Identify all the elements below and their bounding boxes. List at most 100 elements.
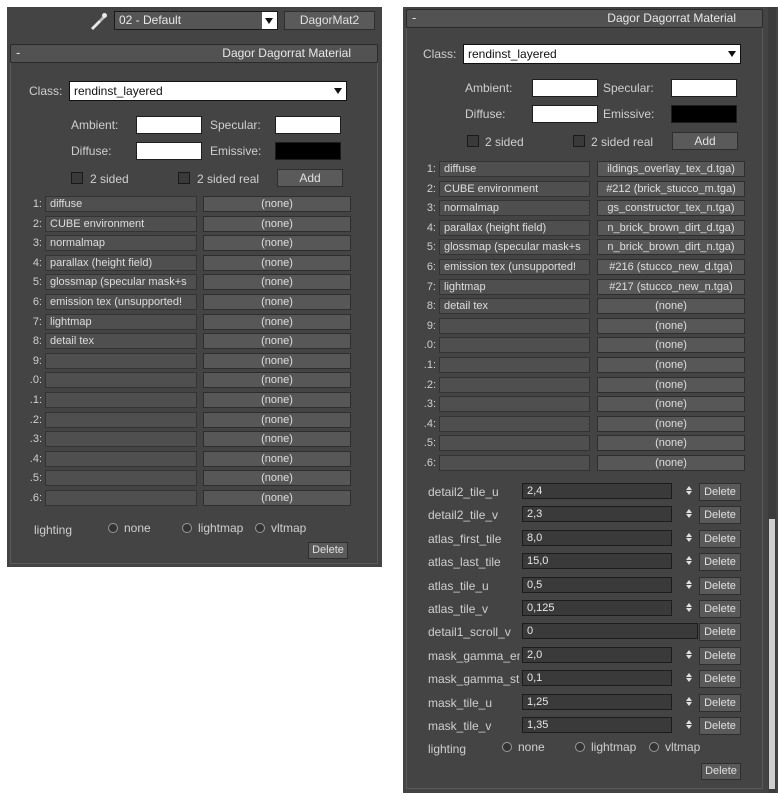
- parameter-delete-button[interactable]: Delete: [699, 623, 741, 642]
- slot-name-field[interactable]: [439, 435, 590, 452]
- spinner-arrows-icon[interactable]: [684, 579, 693, 593]
- scrollbar-track[interactable]: [768, 7, 776, 793]
- parameter-value-field[interactable]: 2,4: [522, 483, 672, 499]
- slot-texture-button[interactable]: ildings_overlay_tex_d.tga): [597, 161, 745, 177]
- slot-name-field[interactable]: parallax (height field): [45, 254, 197, 271]
- slot-texture-button[interactable]: (none): [203, 431, 351, 448]
- chevron-down-icon[interactable]: [262, 12, 277, 29]
- parameter-value-field[interactable]: 8,0: [522, 529, 672, 546]
- two-sided-real-checkbox[interactable]: [178, 172, 190, 184]
- specular-color-swatch[interactable]: [671, 79, 737, 97]
- slot-texture-button[interactable]: #216 (stucco_new_d.tga): [597, 259, 745, 275]
- slot-texture-button[interactable]: #212 (brick_stucco_m.tga): [597, 180, 745, 197]
- diffuse-color-swatch[interactable]: [136, 142, 202, 160]
- parameter-delete-button[interactable]: Delete: [699, 646, 741, 665]
- spinner-arrows-icon[interactable]: [684, 508, 693, 522]
- slot-name-field[interactable]: glossmap (specular mask+s: [45, 274, 197, 291]
- slot-texture-button[interactable]: (none): [203, 372, 351, 389]
- spinner-arrows-icon[interactable]: [684, 649, 693, 663]
- parameter-value-field[interactable]: 0,1: [522, 670, 672, 687]
- lighting-none-radio[interactable]: [108, 523, 118, 533]
- parameter-delete-button[interactable]: Delete: [699, 576, 741, 595]
- parameter-delete-button[interactable]: Delete: [699, 600, 741, 618]
- spinner-arrows-icon[interactable]: [684, 672, 693, 686]
- delete-button[interactable]: Delete: [701, 763, 741, 780]
- slot-name-field[interactable]: [439, 357, 590, 373]
- slot-name-field[interactable]: [439, 415, 590, 432]
- slot-name-field[interactable]: [45, 372, 197, 389]
- slot-name-field[interactable]: parallax (height field): [439, 219, 590, 236]
- ambient-color-swatch[interactable]: [136, 116, 202, 134]
- class-dropdown[interactable]: rendinst_layered: [69, 81, 347, 101]
- add-button[interactable]: Add: [672, 132, 738, 150]
- emissive-color-swatch[interactable]: [671, 105, 737, 123]
- slot-name-field[interactable]: [439, 317, 590, 334]
- spinner-arrows-icon[interactable]: [684, 719, 693, 733]
- specular-color-swatch[interactable]: [275, 116, 341, 134]
- parameter-delete-button[interactable]: Delete: [699, 506, 741, 525]
- eyedropper-icon[interactable]: [87, 11, 109, 31]
- slot-name-field[interactable]: detail tex: [439, 298, 590, 315]
- slot-texture-button[interactable]: (none): [203, 392, 351, 408]
- slot-texture-button[interactable]: (none): [597, 415, 745, 432]
- two-sided-real-checkbox[interactable]: [573, 135, 585, 147]
- slot-name-field[interactable]: [45, 490, 197, 506]
- lighting-vltmap-radio[interactable]: [255, 523, 265, 533]
- slot-texture-button[interactable]: (none): [203, 313, 351, 330]
- spinner-arrows-icon[interactable]: [684, 555, 693, 569]
- two-sided-checkbox[interactable]: [467, 135, 479, 147]
- slot-name-field[interactable]: diffuse: [45, 196, 197, 212]
- parameter-delete-button[interactable]: Delete: [699, 529, 741, 548]
- slot-texture-button[interactable]: (none): [203, 196, 351, 212]
- slot-texture-button[interactable]: (none): [203, 490, 351, 506]
- rollout-header[interactable]: - Dagor Dagorrat Material: [406, 9, 763, 28]
- slot-texture-button[interactable]: (none): [597, 357, 745, 373]
- slot-texture-button[interactable]: n_brick_brown_dirt_n.tga): [597, 239, 745, 256]
- slot-name-field[interactable]: [45, 470, 197, 487]
- slot-texture-button[interactable]: (none): [203, 411, 351, 428]
- slot-texture-button[interactable]: (none): [597, 396, 745, 413]
- slot-texture-button[interactable]: (none): [203, 235, 351, 252]
- slot-name-field[interactable]: [45, 352, 197, 369]
- slot-texture-button[interactable]: (none): [597, 376, 745, 393]
- parameter-value-field[interactable]: 15,0: [522, 553, 672, 570]
- spinner-arrows-icon[interactable]: [684, 532, 693, 546]
- parameter-value-field[interactable]: 0: [522, 623, 698, 640]
- parameter-delete-button[interactable]: Delete: [699, 553, 741, 572]
- slot-name-field[interactable]: [45, 411, 197, 428]
- parameter-value-field[interactable]: 1,25: [522, 693, 672, 710]
- slot-name-field[interactable]: emission tex (unsupported!: [439, 259, 590, 275]
- material-name-field[interactable]: 02 - Default: [114, 11, 278, 30]
- spinner-arrows-icon[interactable]: [684, 485, 693, 499]
- slot-name-field[interactable]: [439, 455, 590, 471]
- parameter-value-field[interactable]: 0,5: [522, 576, 672, 593]
- scrollbar-thumb[interactable]: [769, 519, 775, 789]
- slot-name-field[interactable]: [439, 337, 590, 354]
- delete-button[interactable]: Delete: [308, 542, 348, 559]
- add-button[interactable]: Add: [277, 169, 343, 187]
- slot-texture-button[interactable]: (none): [597, 317, 745, 334]
- parameter-value-field[interactable]: 2,0: [522, 646, 672, 663]
- slot-texture-button[interactable]: (none): [203, 294, 351, 310]
- slot-name-field[interactable]: [45, 392, 197, 408]
- parameter-delete-button[interactable]: Delete: [699, 670, 741, 689]
- slot-name-field[interactable]: CUBE environment: [439, 180, 590, 197]
- class-dropdown[interactable]: rendinst_layered: [463, 44, 741, 64]
- spinner-arrows-icon[interactable]: [684, 602, 693, 616]
- slot-texture-button[interactable]: (none): [597, 337, 745, 354]
- rollout-header[interactable]: - Dagor Dagorrat Material: [10, 44, 378, 63]
- slot-name-field[interactable]: [439, 396, 590, 413]
- parameter-delete-button[interactable]: Delete: [699, 693, 741, 712]
- slot-name-field[interactable]: emission tex (unsupported!: [45, 294, 197, 310]
- slot-name-field[interactable]: lightmap: [45, 313, 197, 330]
- slot-name-field[interactable]: [45, 450, 197, 467]
- slot-name-field[interactable]: CUBE environment: [45, 215, 197, 232]
- lighting-lightmap-radio[interactable]: [575, 742, 585, 752]
- parameter-delete-button[interactable]: Delete: [699, 483, 741, 501]
- slot-texture-button[interactable]: #217 (stucco_new_n.tga): [597, 278, 745, 295]
- slot-texture-button[interactable]: (none): [203, 470, 351, 487]
- parameter-value-field[interactable]: 2,3: [522, 506, 672, 523]
- slot-name-field[interactable]: lightmap: [439, 278, 590, 295]
- slot-texture-button[interactable]: (none): [203, 274, 351, 291]
- spinner-arrows-icon[interactable]: [684, 696, 693, 710]
